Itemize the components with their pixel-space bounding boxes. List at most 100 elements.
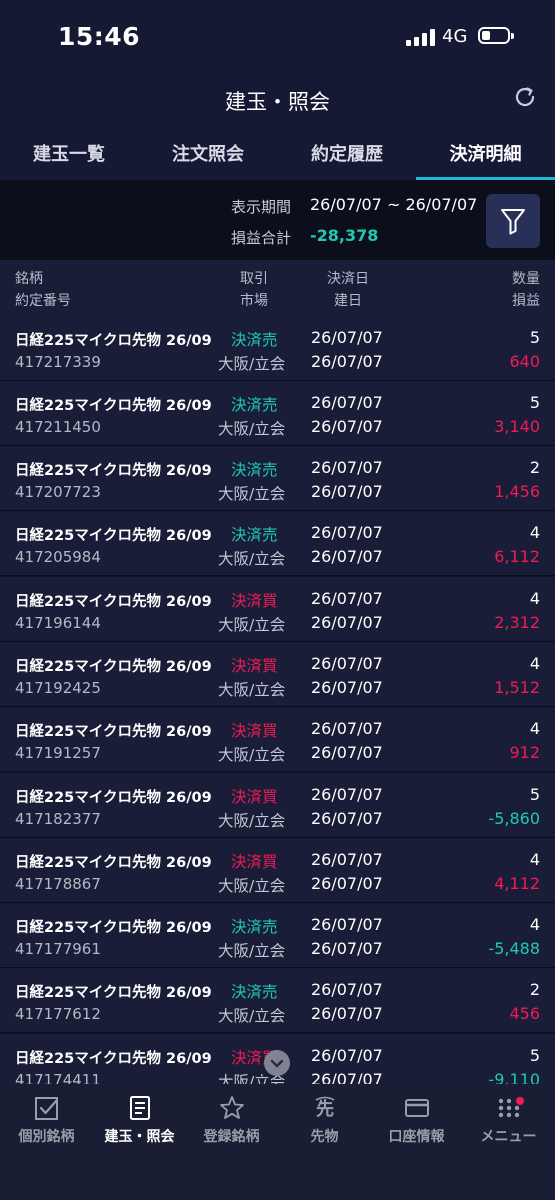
row-name: 日経225マイクロ先物 26/09 bbox=[15, 855, 212, 871]
table-row[interactable]: 日経225マイクロ先物 26/09 417211450 決済売 大阪/立会 26… bbox=[0, 381, 555, 446]
row-settle-date: 26/07/07 bbox=[311, 523, 383, 542]
nav-label: メニュー bbox=[480, 1129, 537, 1145]
status-time: 15:46 bbox=[58, 22, 141, 51]
row-build-date: 26/07/07 bbox=[311, 1004, 383, 1023]
futures-icon: 先 bbox=[315, 1096, 335, 1120]
summary-panel: 表示期間 26/07/07 ~ 26/07/07 損益合計 -28,378 bbox=[0, 180, 555, 260]
nav-label: 建玉・照会 bbox=[104, 1129, 175, 1145]
table-row[interactable]: 日経225マイクロ先物 26/09 417207723 決済売 大阪/立会 26… bbox=[0, 446, 555, 511]
checkbox-icon bbox=[35, 1097, 59, 1120]
row-side: 決済買 bbox=[231, 788, 278, 806]
col-name: 銘柄 bbox=[15, 271, 43, 287]
row-pl: 2,312 bbox=[494, 613, 540, 632]
tab-settlements[interactable]: 決済明細 bbox=[416, 130, 555, 180]
row-side: 決済買 bbox=[231, 657, 278, 675]
period-label: 表示期間 bbox=[231, 198, 292, 216]
row-build-date: 26/07/07 bbox=[311, 547, 383, 566]
row-market: 大阪/立会 bbox=[218, 746, 286, 764]
row-number: 417196144 bbox=[15, 614, 101, 632]
row-build-date: 26/07/07 bbox=[311, 874, 383, 893]
row-qty: 5 bbox=[529, 785, 540, 804]
row-settle-date: 26/07/07 bbox=[311, 589, 383, 608]
star-icon bbox=[220, 1096, 244, 1119]
row-build-date: 26/07/07 bbox=[311, 417, 383, 436]
row-build-date: 26/07/07 bbox=[311, 482, 383, 501]
nav-positions[interactable]: 建玉・照会 bbox=[93, 1084, 186, 1154]
row-pl: 4,112 bbox=[494, 874, 540, 893]
table-row[interactable]: 日経225マイクロ先物 26/09 417177612 決済売 大阪/立会 26… bbox=[0, 968, 555, 1033]
row-build-date: 26/07/07 bbox=[311, 678, 383, 697]
row-market: 大阪/立会 bbox=[218, 942, 286, 960]
app-header: 建玉・照会 bbox=[0, 74, 555, 130]
table-row[interactable]: 日経225マイクロ先物 26/09 417217339 決済売 大阪/立会 26… bbox=[0, 316, 555, 381]
row-settle-date: 26/07/07 bbox=[311, 980, 383, 999]
row-qty: 5 bbox=[529, 328, 540, 347]
row-market: 大阪/立会 bbox=[218, 877, 286, 895]
row-qty: 5 bbox=[529, 1046, 540, 1065]
nav-watchlist[interactable]: 登録銘柄 bbox=[185, 1084, 278, 1154]
row-settle-date: 26/07/07 bbox=[311, 915, 383, 934]
row-pl: 6,112 bbox=[494, 547, 540, 566]
row-settle-date: 26/07/07 bbox=[311, 654, 383, 673]
bottom-nav: 個別銘柄 建玉・照会 登録銘柄 先 先物 口座情報 メニュー bbox=[0, 1084, 555, 1200]
row-side: 決済売 bbox=[231, 983, 278, 1001]
row-build-date: 26/07/07 bbox=[311, 352, 383, 371]
row-qty: 5 bbox=[529, 393, 540, 412]
nav-menu[interactable]: メニュー bbox=[462, 1084, 555, 1154]
row-qty: 4 bbox=[529, 719, 540, 738]
row-qty: 2 bbox=[529, 458, 540, 477]
table-row[interactable]: 日経225マイクロ先物 26/09 417178867 決済買 大阪/立会 26… bbox=[0, 838, 555, 903]
row-number: 417217339 bbox=[15, 353, 101, 371]
nav-label: 口座情報 bbox=[388, 1129, 445, 1145]
nav-individual-stocks[interactable]: 個別銘柄 bbox=[0, 1084, 93, 1154]
row-market: 大阪/立会 bbox=[218, 550, 286, 568]
tab-executions[interactable]: 約定履歴 bbox=[278, 130, 416, 180]
row-name: 日経225マイクロ先物 26/09 bbox=[15, 463, 212, 479]
row-pl: 3,140 bbox=[494, 417, 540, 436]
col-settle-date: 決済日 bbox=[327, 271, 369, 287]
refresh-icon[interactable] bbox=[512, 84, 538, 110]
chevron-down-icon bbox=[270, 1059, 284, 1068]
row-qty: 4 bbox=[529, 915, 540, 934]
row-side: 決済売 bbox=[231, 331, 278, 349]
row-name: 日経225マイクロ先物 26/09 bbox=[15, 920, 212, 936]
row-side: 決済売 bbox=[231, 526, 278, 544]
table-row[interactable]: 日経225マイクロ先物 26/09 417177961 決済売 大阪/立会 26… bbox=[0, 903, 555, 968]
nav-label: 個別銘柄 bbox=[18, 1129, 75, 1145]
table-row[interactable]: 日経225マイクロ先物 26/09 417192425 決済買 大阪/立会 26… bbox=[0, 642, 555, 707]
row-number: 417207723 bbox=[15, 483, 101, 501]
row-build-date: 26/07/07 bbox=[311, 809, 383, 828]
table-row[interactable]: 日経225マイクロ先物 26/09 417191257 決済買 大阪/立会 26… bbox=[0, 707, 555, 772]
row-pl: -5,488 bbox=[488, 939, 540, 958]
row-pl: -5,860 bbox=[488, 809, 540, 828]
nav-account[interactable]: 口座情報 bbox=[370, 1084, 463, 1154]
tab-orders[interactable]: 注文照会 bbox=[138, 130, 278, 180]
col-qty: 数量 bbox=[512, 271, 540, 287]
svg-text:先: 先 bbox=[316, 1098, 334, 1120]
row-pl: 456 bbox=[509, 1004, 540, 1023]
row-settle-date: 26/07/07 bbox=[311, 1046, 383, 1065]
filter-button[interactable] bbox=[486, 194, 540, 248]
row-number: 417177612 bbox=[15, 1005, 101, 1023]
signal-icon bbox=[406, 29, 436, 46]
table-row[interactable]: 日経225マイクロ先物 26/09 417196144 決済買 大阪/立会 26… bbox=[0, 577, 555, 642]
scroll-down-button[interactable] bbox=[264, 1050, 290, 1076]
table-row[interactable]: 日経225マイクロ先物 26/09 417182377 決済買 大阪/立会 26… bbox=[0, 773, 555, 838]
row-build-date: 26/07/07 bbox=[311, 743, 383, 762]
row-market: 大阪/立会 bbox=[218, 681, 286, 699]
row-market: 大阪/立会 bbox=[218, 1007, 286, 1025]
page-title: 建玉・照会 bbox=[225, 90, 330, 114]
row-market: 大阪/立会 bbox=[218, 616, 286, 634]
nav-futures[interactable]: 先 先物 bbox=[278, 1084, 371, 1154]
network-type: 4G bbox=[442, 26, 468, 47]
table-row[interactable]: 日経225マイクロ先物 26/09 417205984 決済売 大阪/立会 26… bbox=[0, 511, 555, 576]
tab-positions[interactable]: 建玉一覧 bbox=[0, 130, 138, 180]
row-name: 日経225マイクロ先物 26/09 bbox=[15, 724, 212, 740]
row-settle-date: 26/07/07 bbox=[311, 850, 383, 869]
row-pl: 1,512 bbox=[494, 678, 540, 697]
row-settle-date: 26/07/07 bbox=[311, 393, 383, 412]
row-name: 日経225マイクロ先物 26/09 bbox=[15, 398, 212, 414]
col-number: 約定番号 bbox=[15, 293, 71, 309]
row-settle-date: 26/07/07 bbox=[311, 328, 383, 347]
row-number: 417177961 bbox=[15, 940, 101, 958]
